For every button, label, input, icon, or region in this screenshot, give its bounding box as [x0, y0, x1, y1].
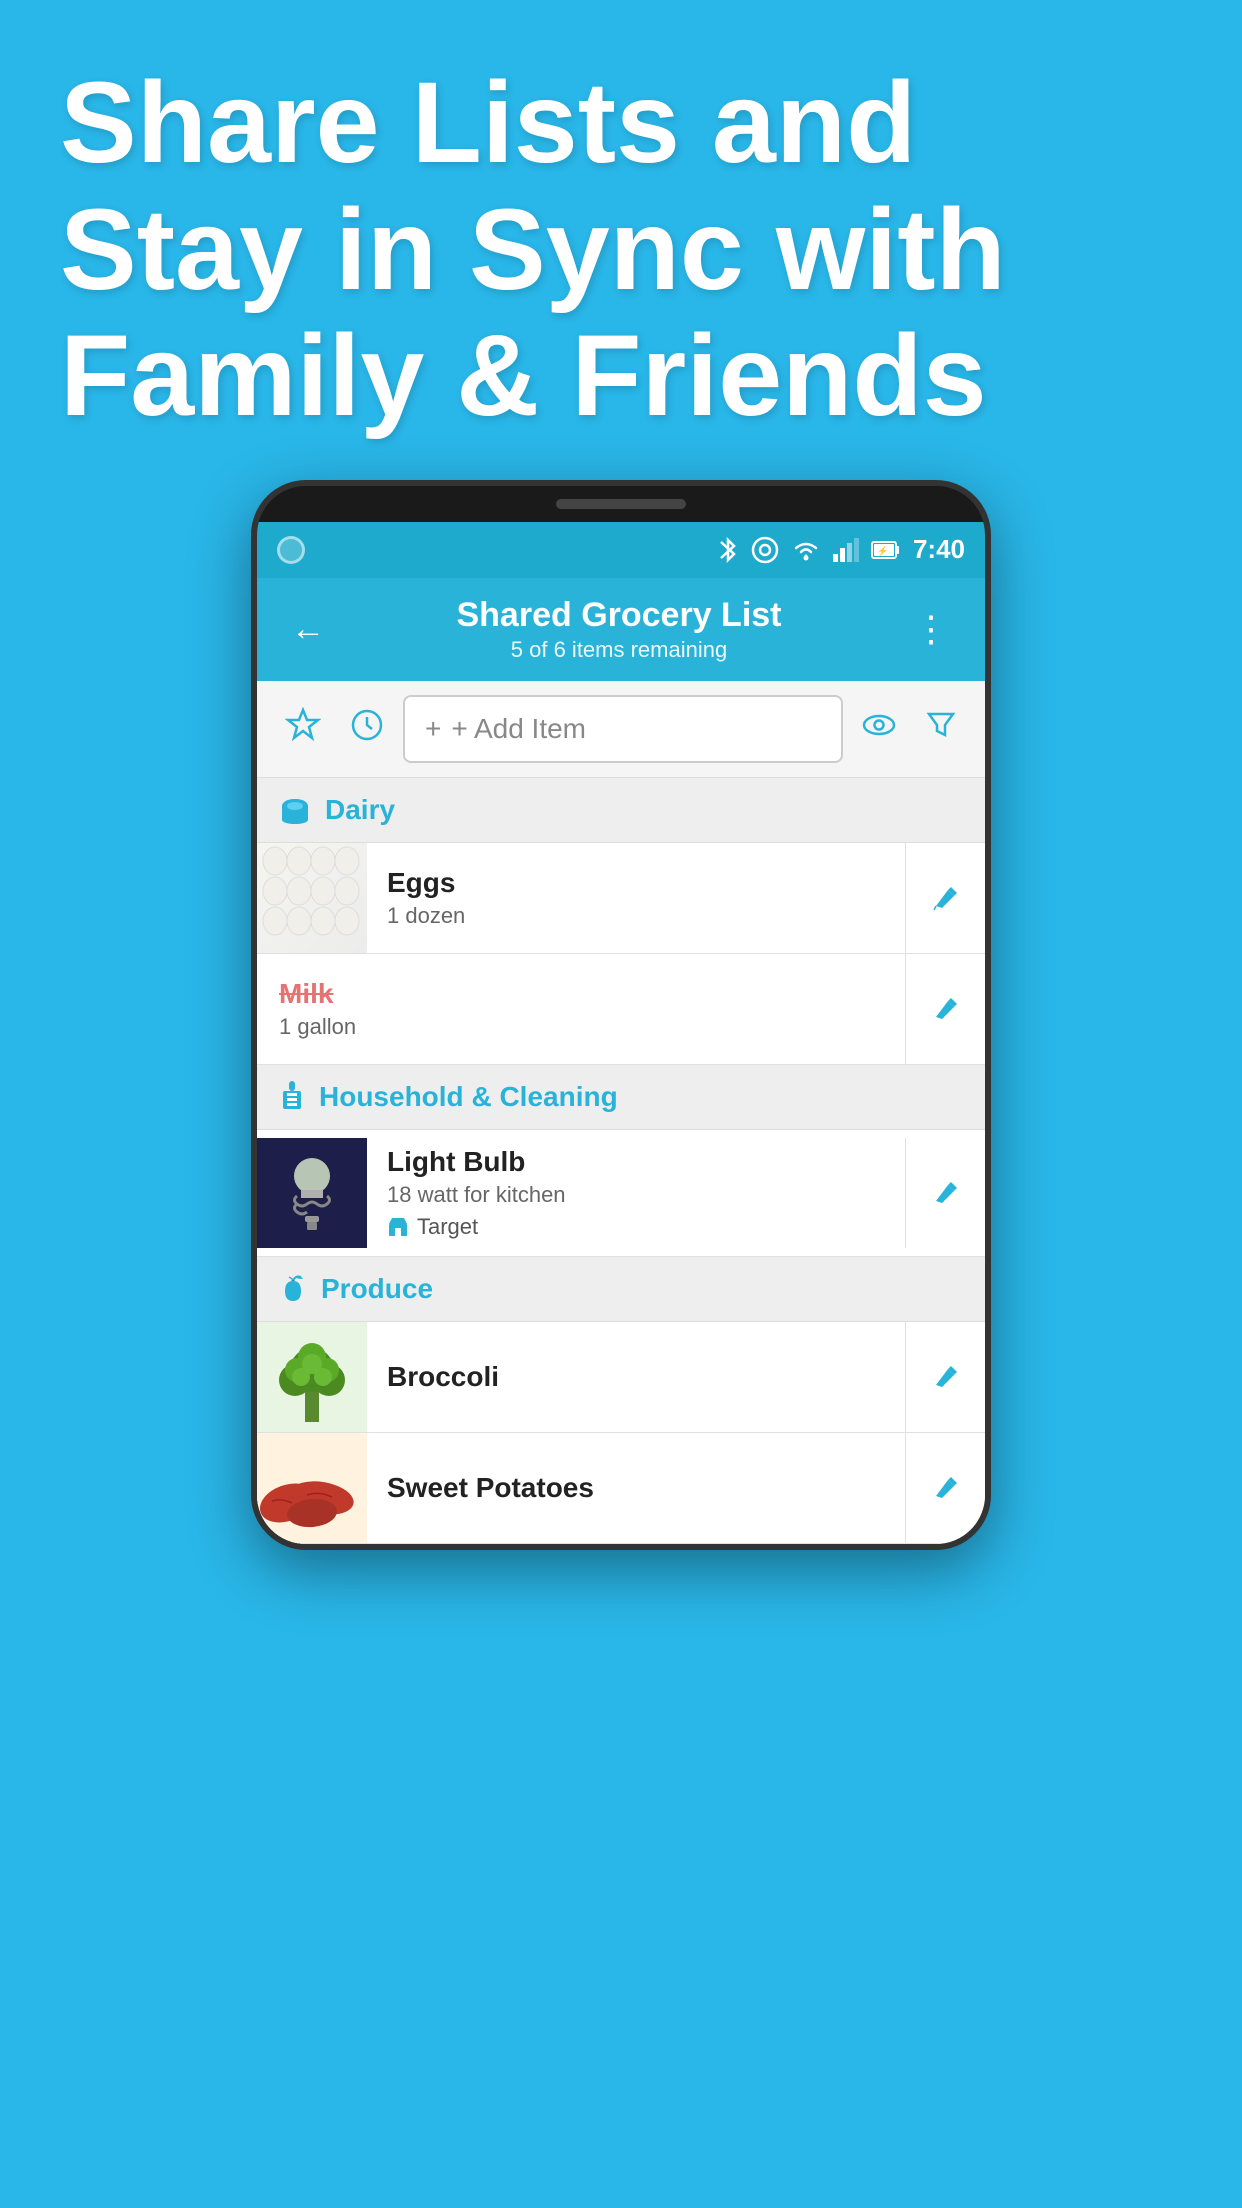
phone-speaker — [556, 499, 686, 509]
filter-button[interactable] — [915, 703, 967, 755]
app-subtitle: 5 of 6 items remaining — [335, 637, 903, 663]
lightbulb-name: Light Bulb — [387, 1146, 885, 1178]
status-right: ⚡ 7:40 — [717, 534, 965, 565]
category-household-label: Household & Cleaning — [319, 1081, 618, 1113]
view-button[interactable] — [851, 704, 907, 753]
app-header: ← Shared Grocery List 5 of 6 items remai… — [257, 578, 985, 681]
broccoli-edit-button[interactable] — [905, 1322, 985, 1432]
lightbulb-image — [257, 1138, 367, 1248]
category-household: Household & Cleaning — [257, 1065, 985, 1130]
lightbulb-edit-button[interactable] — [905, 1138, 985, 1248]
list-item-milk: Milk 1 gallon — [257, 954, 985, 1065]
sweetpotato-name: Sweet Potatoes — [387, 1472, 885, 1504]
eggs-detail: 1 dozen — [387, 903, 885, 929]
lightbulb-info: Light Bulb 18 watt for kitchen Target — [367, 1130, 905, 1256]
lightbulb-pencil-icon — [932, 1179, 960, 1207]
more-menu-button[interactable]: ⋮ — [903, 604, 961, 654]
sweetpotato-edit-button[interactable] — [905, 1433, 985, 1543]
phone-wrapper: ⚡ 7:40 ← Shared Grocery List 5 of 6 item… — [0, 480, 1242, 1630]
milk-detail: 1 gallon — [279, 1014, 883, 1040]
back-button[interactable]: ← — [281, 606, 335, 653]
svg-text:⚡: ⚡ — [877, 545, 888, 557]
add-item-plus-icon: + — [425, 713, 441, 745]
household-icon — [279, 1081, 305, 1113]
wifi-icon — [791, 538, 821, 562]
sweetpotato-image — [257, 1433, 367, 1543]
signal-icon — [833, 538, 859, 562]
eggs-name: Eggs — [387, 867, 885, 899]
list-item-lightbulb: Light Bulb 18 watt for kitchen Target — [257, 1130, 985, 1257]
store-icon — [387, 1216, 409, 1238]
list-item-eggs: Eggs 1 dozen — [257, 843, 985, 954]
category-dairy-label: Dairy — [325, 794, 395, 826]
store-name: Target — [417, 1214, 478, 1240]
favorite-button[interactable] — [275, 701, 331, 757]
broccoli-name: Broccoli — [387, 1361, 885, 1393]
hero-title: Share Lists and Stay in Sync with Family… — [60, 60, 1182, 440]
eggs-pencil-icon — [932, 884, 960, 912]
toolbar: + + Add Item — [257, 681, 985, 778]
list-item-sweetpotatoes: Sweet Potatoes — [257, 1433, 985, 1544]
sweetpotato-pencil-icon — [932, 1474, 960, 1502]
milk-pencil-icon — [932, 995, 960, 1023]
eggs-info: Eggs 1 dozen — [367, 851, 905, 945]
milk-info: Milk 1 gallon — [257, 958, 905, 1060]
sweetpotato-info: Sweet Potatoes — [367, 1456, 905, 1520]
history-button[interactable] — [339, 701, 395, 757]
broccoli-info: Broccoli — [367, 1345, 905, 1409]
phone-top-bar — [257, 486, 985, 522]
status-spinner-icon — [277, 536, 305, 564]
milk-name: Milk — [279, 978, 883, 1010]
category-dairy: Dairy — [257, 778, 985, 843]
target-icon — [751, 536, 779, 564]
category-produce-label: Produce — [321, 1273, 433, 1305]
add-item-button[interactable]: + + Add Item — [403, 695, 843, 763]
broccoli-image — [257, 1322, 367, 1432]
hero-section: Share Lists and Stay in Sync with Family… — [0, 0, 1242, 480]
eggs-image — [257, 843, 367, 953]
phone-screen: Dairy — [257, 778, 985, 1544]
header-center: Shared Grocery List 5 of 6 items remaini… — [335, 596, 903, 663]
category-produce: Produce — [257, 1257, 985, 1322]
eggs-edit-button[interactable] — [905, 843, 985, 953]
dairy-icon — [279, 796, 311, 824]
bluetooth-icon — [717, 536, 739, 564]
milk-edit-button[interactable] — [905, 954, 985, 1064]
status-left — [277, 536, 305, 564]
status-bar: ⚡ 7:40 — [257, 522, 985, 578]
produce-icon — [279, 1273, 307, 1305]
battery-icon: ⚡ — [871, 539, 901, 561]
lightbulb-store: Target — [387, 1214, 885, 1240]
broccoli-pencil-icon — [932, 1363, 960, 1391]
add-item-label: + Add Item — [451, 713, 586, 745]
list-item-broccoli: Broccoli — [257, 1322, 985, 1433]
lightbulb-detail: 18 watt for kitchen — [387, 1182, 885, 1208]
app-title: Shared Grocery List — [335, 596, 903, 635]
status-time: 7:40 — [913, 534, 965, 565]
phone-frame: ⚡ 7:40 ← Shared Grocery List 5 of 6 item… — [251, 480, 991, 1550]
